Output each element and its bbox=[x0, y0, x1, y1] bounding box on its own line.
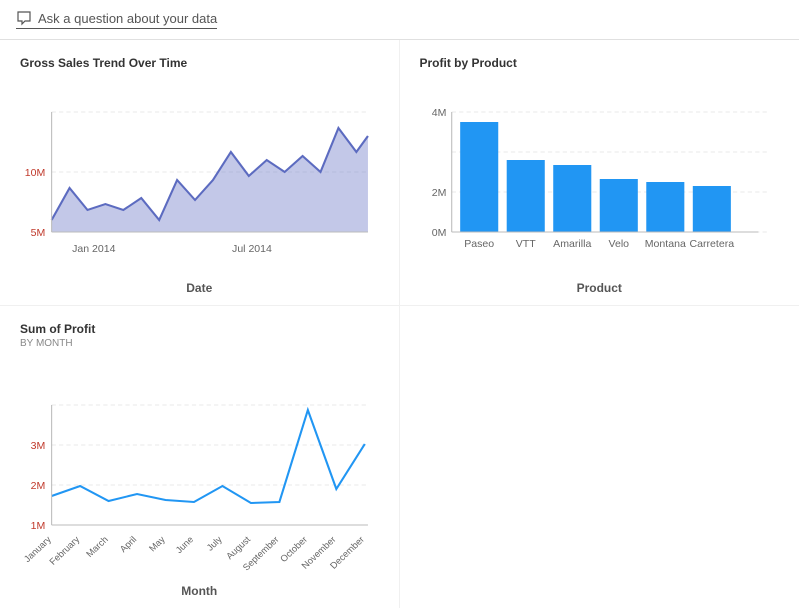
svg-text:Paseo: Paseo bbox=[464, 239, 494, 250]
bar-vtt bbox=[506, 160, 544, 232]
svg-text:February: February bbox=[47, 534, 81, 567]
svg-text:July: July bbox=[205, 534, 224, 552]
bar-velo bbox=[599, 179, 637, 232]
sum-profit-svg: 1M 2M 3M January February March April Ma… bbox=[20, 355, 379, 575]
chat-icon bbox=[16, 10, 32, 26]
ask-question-bar[interactable]: Ask a question about your data bbox=[16, 10, 217, 29]
sum-profit-chart: 1M 2M 3M January February March April Ma… bbox=[20, 355, 379, 580]
sum-profit-panel: Sum of Profit BY MONTH 1M 2M 3M January … bbox=[0, 306, 400, 608]
svg-text:April: April bbox=[118, 534, 139, 554]
svg-text:0M: 0M bbox=[431, 228, 446, 239]
sum-profit-line bbox=[52, 410, 365, 503]
svg-text:10M: 10M bbox=[25, 168, 46, 179]
top-bar: Ask a question about your data bbox=[0, 0, 799, 40]
svg-text:June: June bbox=[174, 534, 196, 555]
gross-sales-chart: 5M 10M Jan 2014 Jul 2014 bbox=[20, 72, 379, 277]
svg-text:Amarilla: Amarilla bbox=[553, 239, 591, 250]
svg-text:5M: 5M bbox=[31, 228, 46, 239]
svg-text:1M: 1M bbox=[31, 521, 46, 532]
svg-text:May: May bbox=[147, 534, 167, 553]
svg-text:Velo: Velo bbox=[608, 239, 629, 250]
svg-text:VTT: VTT bbox=[515, 239, 536, 250]
gross-sales-title: Gross Sales Trend Over Time bbox=[20, 56, 379, 70]
svg-text:Jul 2014: Jul 2014 bbox=[232, 244, 272, 255]
svg-text:4M: 4M bbox=[431, 108, 446, 119]
svg-text:3M: 3M bbox=[31, 441, 46, 452]
sum-profit-x-label: Month bbox=[20, 584, 379, 598]
ask-question-label: Ask a question about your data bbox=[38, 11, 217, 26]
svg-text:Jan 2014: Jan 2014 bbox=[72, 244, 116, 255]
profit-product-chart: 0M 2M 4M Paseo VTT Amarilla Velo Montana bbox=[420, 72, 780, 277]
profit-product-svg: 0M 2M 4M Paseo VTT Amarilla Velo Montana bbox=[420, 72, 780, 272]
sum-profit-subtitle: BY MONTH bbox=[20, 338, 379, 349]
bar-montana bbox=[646, 182, 684, 232]
svg-text:Carretera: Carretera bbox=[689, 239, 734, 250]
svg-text:Montana: Montana bbox=[644, 239, 685, 250]
gross-sales-x-label: Date bbox=[20, 281, 379, 295]
profit-product-title: Profit by Product bbox=[420, 56, 780, 70]
profit-product-x-label: Product bbox=[420, 281, 780, 295]
svg-text:2M: 2M bbox=[31, 481, 46, 492]
dashboard: Gross Sales Trend Over Time 5M 10M Jan 2… bbox=[0, 40, 799, 608]
bar-amarilla bbox=[553, 165, 591, 232]
gross-sales-svg: 5M 10M Jan 2014 Jul 2014 bbox=[20, 72, 379, 272]
svg-text:2M: 2M bbox=[431, 188, 446, 199]
svg-text:March: March bbox=[84, 534, 110, 559]
profit-product-panel: Profit by Product 0M 2M 4M Paseo VTT bbox=[400, 40, 799, 306]
sum-profit-title: Sum of Profit bbox=[20, 322, 379, 336]
bar-paseo bbox=[460, 122, 498, 232]
bar-carretera bbox=[692, 186, 730, 232]
gross-sales-panel: Gross Sales Trend Over Time 5M 10M Jan 2… bbox=[0, 40, 400, 306]
